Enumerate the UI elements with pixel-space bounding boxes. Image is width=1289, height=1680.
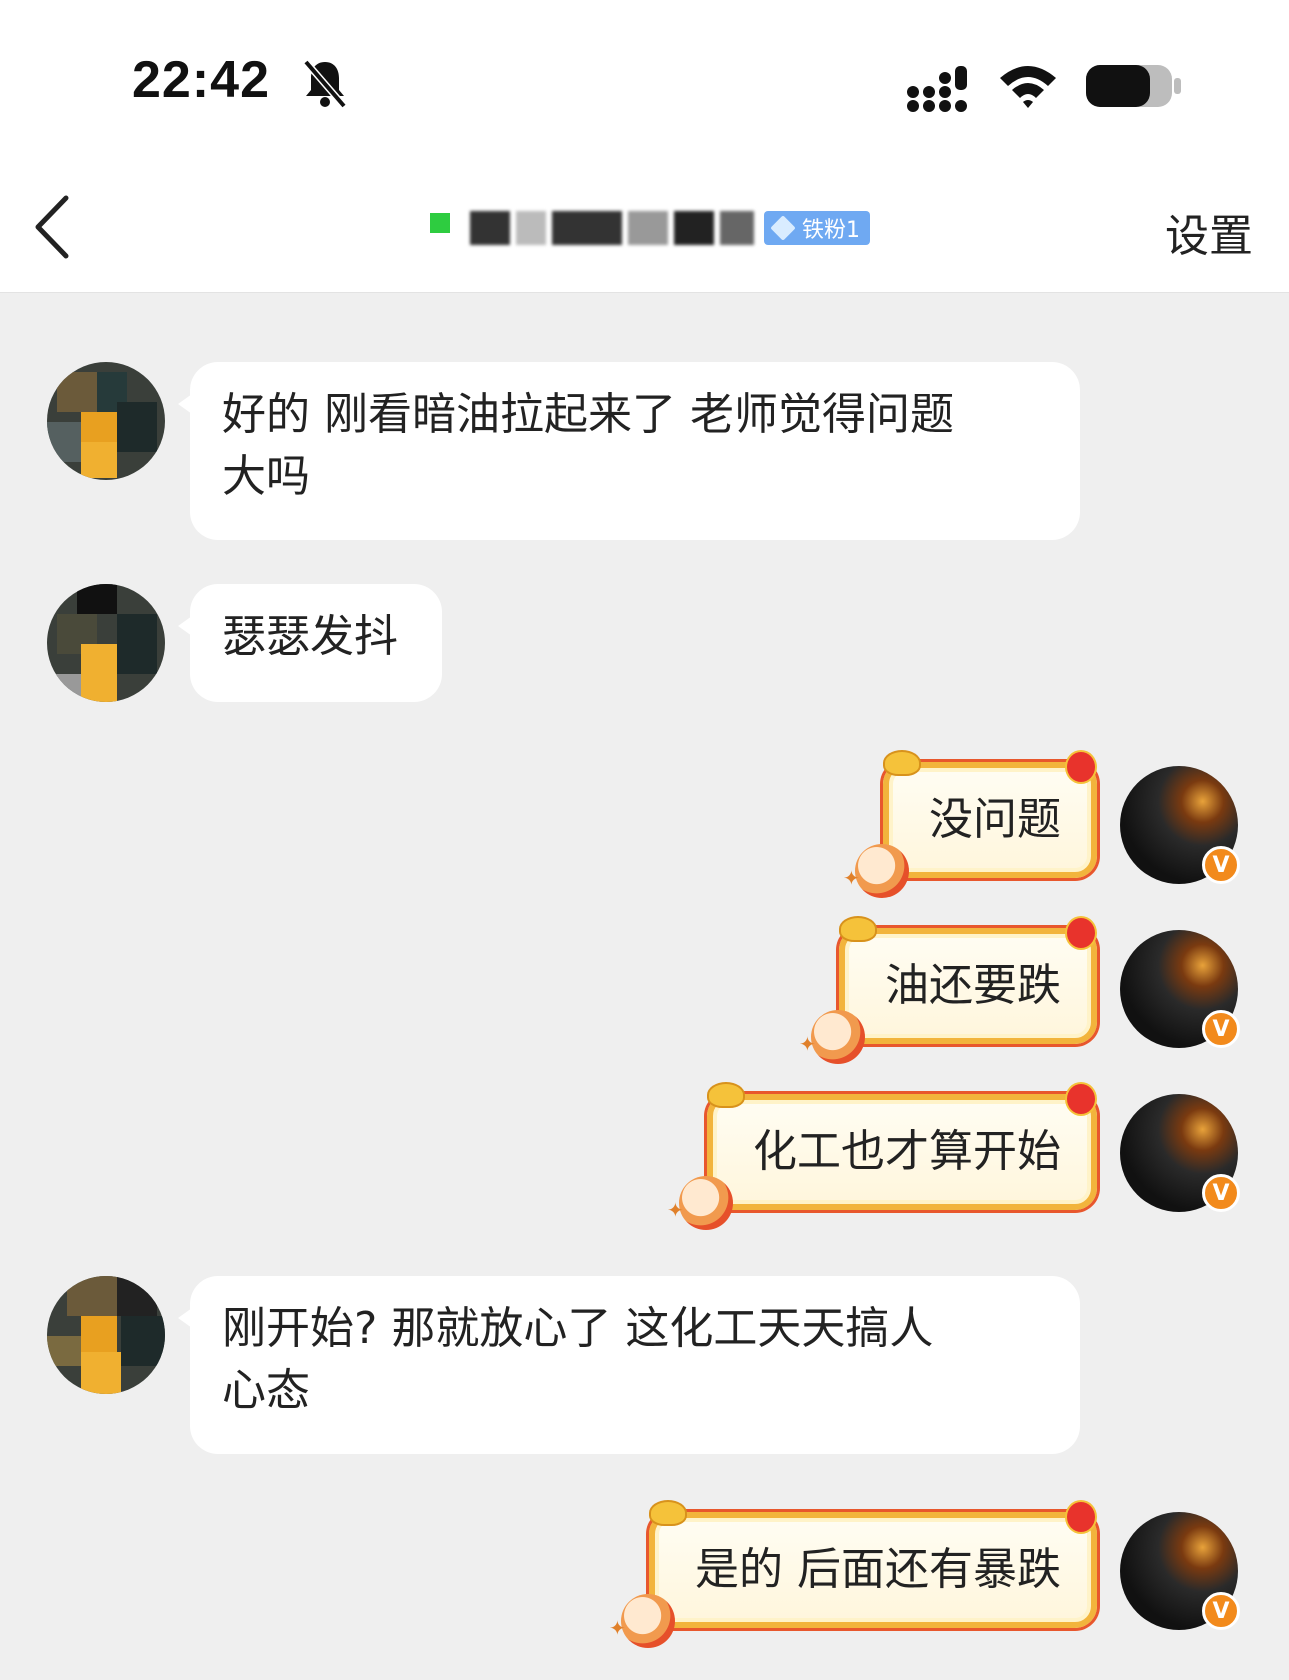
message-bubble-mine[interactable]: ✦ 没问题: [843, 750, 1097, 898]
contact-avatar[interactable]: [47, 1276, 165, 1394]
online-indicator: [430, 213, 450, 233]
settings-button[interactable]: 设置: [1165, 200, 1253, 264]
message-bubble-mine[interactable]: ✦ 化工也才算开始: [667, 1082, 1097, 1230]
message-bubble[interactable]: 瑟瑟发抖: [178, 584, 442, 702]
blurred-username: [470, 211, 754, 245]
message-text-line: 瑟瑟发抖: [222, 611, 398, 662]
chat-title[interactable]: 铁粉1: [430, 206, 870, 250]
diamond-icon: [770, 215, 796, 241]
message-bubble[interactable]: 刚开始? 那就放心了 这化工天天搞人 心态: [178, 1276, 1080, 1454]
contact-avatar[interactable]: [47, 362, 165, 480]
sparkle-icon: ✦: [843, 866, 860, 890]
verified-badge: V: [1202, 1592, 1240, 1630]
message-text: 油还要跌: [885, 960, 1061, 1011]
message-text-line: 刚开始? 那就放心了 这化工天天搞人: [222, 1303, 934, 1354]
sparkle-icon: ✦: [609, 1616, 626, 1640]
message-text: 没问题: [929, 794, 1061, 845]
snake-mascot-decoration: [621, 1594, 675, 1648]
battery-icon: [1086, 65, 1181, 107]
snake-mascot-decoration: [679, 1176, 733, 1230]
message-text-line: 好的 刚看暗油拉起来了 老师觉得问题: [222, 389, 954, 440]
gold-ingot-decoration: [707, 1082, 745, 1108]
snake-mascot-decoration: [855, 844, 909, 898]
chat-header: 铁粉1 设置: [0, 160, 1289, 293]
gold-ingot-decoration: [649, 1500, 687, 1526]
message-bubble-mine[interactable]: ✦ 是的 后面还有暴跌: [609, 1500, 1097, 1648]
verified-badge: V: [1202, 846, 1240, 884]
wifi-icon: [1000, 66, 1056, 108]
snake-mascot-decoration: [811, 1010, 865, 1064]
message-text-line: 大吗: [222, 451, 310, 502]
status-bar: 22:42: [0, 0, 1289, 160]
message-bubble[interactable]: 好的 刚看暗油拉起来了 老师觉得问题 大吗: [178, 362, 1080, 540]
lantern-decoration: [1065, 916, 1097, 950]
back-arrow-icon[interactable]: [30, 190, 80, 264]
sparkle-icon: ✦: [799, 1032, 816, 1056]
cellular-signal-icon: [907, 66, 967, 112]
message-text-line: 心态: [222, 1365, 310, 1416]
sparkle-icon: ✦: [667, 1198, 684, 1222]
gold-ingot-decoration: [883, 750, 921, 776]
gold-ingot-decoration: [839, 916, 877, 942]
fan-level-badge: 铁粉1: [764, 211, 870, 245]
message-text: 是的 后面还有暴跌: [695, 1544, 1061, 1595]
bell-muted-icon: [303, 59, 347, 109]
lantern-decoration: [1065, 1082, 1097, 1116]
verified-badge: V: [1202, 1010, 1240, 1048]
verified-badge: V: [1202, 1174, 1240, 1212]
message-text: 化工也才算开始: [753, 1126, 1061, 1177]
lantern-decoration: [1065, 1500, 1097, 1534]
contact-avatar[interactable]: [47, 584, 165, 702]
status-time: 22:42: [132, 51, 270, 109]
lantern-decoration: [1065, 750, 1097, 784]
message-bubble-mine[interactable]: ✦ 油还要跌: [799, 916, 1097, 1064]
